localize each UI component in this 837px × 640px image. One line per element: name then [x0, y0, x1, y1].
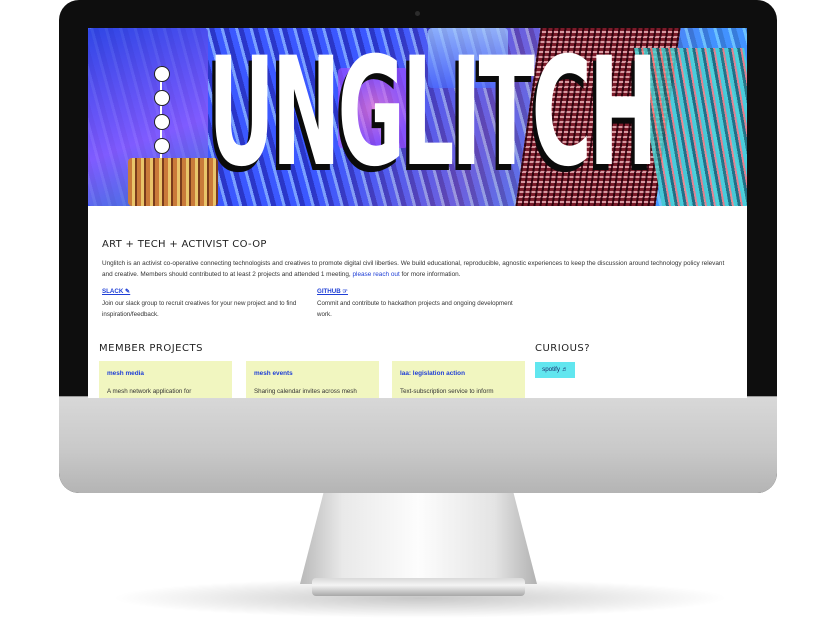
slack-link[interactable]: SLACK ✎ [102, 288, 302, 295]
project-card-title[interactable]: mesh events [254, 370, 293, 377]
project-card-description: Sharing calendar invites across mesh [254, 388, 357, 395]
imac-monitor: UNGLITCH ART + TECH + ACTIVIST CO-OP Ung… [59, 0, 777, 493]
project-card-description: Text-subscription service to inform [400, 388, 494, 395]
project-card-description: A mesh network application for [107, 388, 192, 395]
reach-out-link[interactable]: please reach out [352, 271, 399, 278]
intro-suffix: for more information. [399, 271, 461, 278]
project-card-title[interactable]: mesh media [107, 370, 144, 377]
hero-dot [154, 66, 170, 82]
browser-screen: UNGLITCH ART + TECH + ACTIVIST CO-OP Ung… [88, 28, 747, 398]
monitor-stand [300, 492, 537, 584]
camera-icon [415, 11, 420, 16]
monitor-chin [59, 396, 777, 493]
curious-heading: CURIOUS? [535, 343, 591, 354]
page-tagline: ART + TECH + ACTIVIST CO-OP [102, 239, 267, 250]
hero-dot [154, 138, 170, 154]
member-projects-heading: MEMBER PROJECTS [99, 343, 203, 354]
project-card[interactable]: mesh media A mesh network application fo… [99, 361, 232, 398]
hero-banner: UNGLITCH [88, 28, 747, 206]
github-link[interactable]: GITHUB ☞ [317, 288, 517, 295]
monitor-stand-base [312, 578, 525, 596]
project-card[interactable]: laa: legislation action Text-subscriptio… [392, 361, 525, 398]
hero-dot [154, 90, 170, 106]
hero-dot [154, 114, 170, 130]
github-block: GITHUB ☞ Commit and contribute to hackat… [317, 288, 517, 320]
slack-block: SLACK ✎ Join our slack group to recruit … [102, 288, 302, 320]
main-content: ART + TECH + ACTIVIST CO-OP Unglitch is … [88, 206, 747, 398]
intro-paragraph: Unglitch is an activist co-operative con… [102, 258, 732, 280]
github-description: Commit and contribute to hackathon proje… [317, 300, 513, 318]
slack-description: Join our slack group to recruit creative… [102, 300, 297, 318]
spotify-button[interactable]: spotify ♬ [535, 362, 575, 378]
site-logo-title: UNGLITCH [208, 28, 658, 200]
project-card-title[interactable]: laa: legislation action [400, 370, 465, 377]
project-card[interactable]: mesh events Sharing calendar invites acr… [246, 361, 379, 398]
hero-collage-shape [128, 158, 218, 206]
